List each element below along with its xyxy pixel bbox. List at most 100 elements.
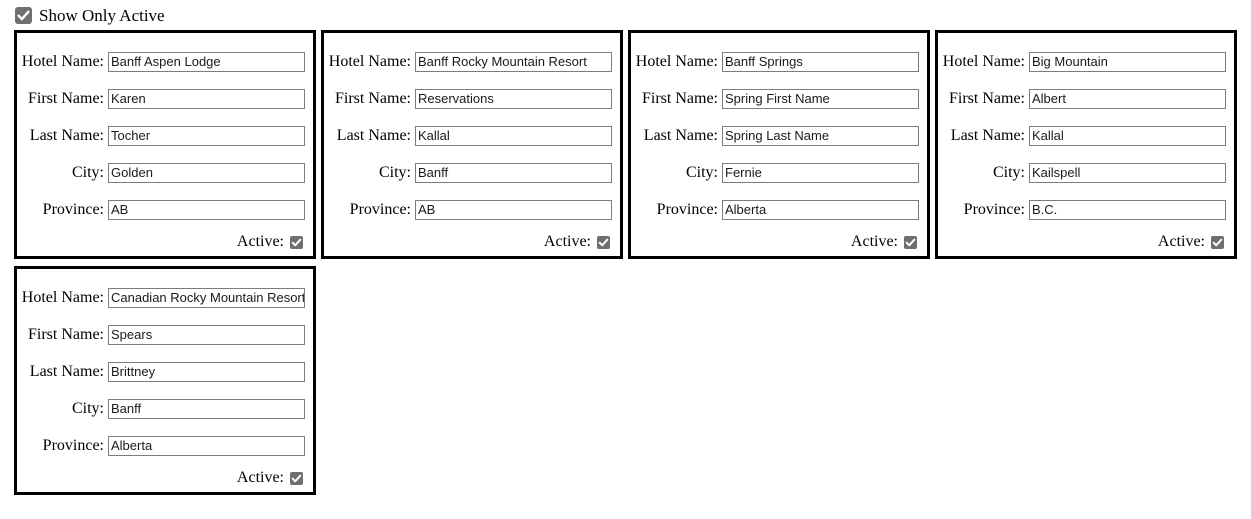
last-name-label: Last Name: — [950, 126, 1025, 144]
province-input[interactable]: AB — [415, 199, 612, 220]
field-row-province: Province: Alberta — [631, 191, 919, 228]
city-label: City: — [71, 399, 104, 417]
last-name-input[interactable]: Kallal — [415, 125, 612, 146]
active-row: Active: — [324, 230, 612, 254]
hotel-name-input[interactable]: Canadian Rocky Mountain Resort — [108, 287, 305, 308]
field-row-last-name: Last Name: Spring Last Name — [631, 117, 919, 154]
field-row-province: Province: AB — [17, 191, 305, 228]
field-row-province: Province: AB — [324, 191, 612, 228]
field-row-city: City: Banff — [17, 390, 305, 427]
field-row-hotel-name: Hotel Name: Banff Aspen Lodge — [17, 43, 305, 80]
hotel-name-input[interactable]: Big Mountain — [1029, 51, 1226, 72]
province-label: Province: — [42, 200, 104, 218]
hotel-card: Hotel Name: Big Mountain First Name: Albert… — [935, 30, 1237, 259]
active-row: Active: — [938, 230, 1226, 254]
hotel-card: Hotel Name: Banff Aspen Lodge First Name: K… — [14, 30, 316, 259]
field-row-last-name: Last Name: Kallal — [938, 117, 1226, 154]
last-name-label: Last Name: — [643, 126, 718, 144]
last-name-label: Last Name: — [29, 126, 104, 144]
show-only-active-row[interactable]: Show Only Active — [0, 0, 1251, 30]
active-checkbox[interactable] — [1211, 235, 1224, 249]
province-label: Province: — [42, 436, 104, 454]
first-name-label: First Name: — [642, 89, 718, 107]
field-row-first-name: First Name: Reservations — [324, 80, 612, 117]
province-input[interactable]: AB — [108, 199, 305, 220]
field-row-last-name: Last Name: Brittney — [17, 353, 305, 390]
checkmark-icon — [291, 238, 302, 246]
hotel-card: Hotel Name: Canadian Rocky Mountain Resor… — [14, 266, 316, 495]
hotel-name-label: Hotel Name: — [328, 52, 411, 70]
active-checkbox[interactable] — [290, 471, 303, 485]
field-row-hotel-name: Hotel Name: Canadian Rocky Mountain Resor… — [17, 279, 305, 316]
hotel-name-label: Hotel Name: — [21, 52, 104, 70]
active-row: Active: — [631, 230, 919, 254]
field-row-city: City: Fernie — [631, 154, 919, 191]
field-row-last-name: Last Name: Kallal — [324, 117, 612, 154]
hotel-name-input[interactable]: Banff Rocky Mountain Resort — [415, 51, 612, 72]
active-label: Active: — [1157, 233, 1205, 250]
last-name-input[interactable]: Tocher — [108, 125, 305, 146]
checkmark-icon — [1212, 238, 1223, 246]
first-name-label: First Name: — [949, 89, 1025, 107]
hotel-card: Hotel Name: Banff Rocky Mountain Resort Fi… — [321, 30, 623, 259]
checkmark-icon — [17, 10, 30, 20]
checkmark-icon — [291, 474, 302, 482]
active-label: Active: — [543, 233, 591, 250]
field-row-hotel-name: Hotel Name: Big Mountain — [938, 43, 1226, 80]
field-row-city: City: Golden — [17, 154, 305, 191]
first-name-input[interactable]: Albert — [1029, 88, 1226, 109]
last-name-input[interactable]: Spring Last Name — [722, 125, 919, 146]
province-label: Province: — [656, 200, 718, 218]
last-name-input[interactable]: Brittney — [108, 361, 305, 382]
first-name-input[interactable]: Spring First Name — [722, 88, 919, 109]
hotel-card: Hotel Name: Banff Springs First Name: Sprin… — [628, 30, 930, 259]
hotel-name-label: Hotel Name: — [21, 288, 104, 306]
last-name-input[interactable]: Kallal — [1029, 125, 1226, 146]
city-label: City: — [685, 163, 718, 181]
active-checkbox[interactable] — [904, 235, 917, 249]
active-label: Active: — [236, 469, 284, 486]
active-label: Active: — [850, 233, 898, 250]
hotel-name-input[interactable]: Banff Springs — [722, 51, 919, 72]
last-name-label: Last Name: — [336, 126, 411, 144]
province-input[interactable]: B.C. — [1029, 199, 1226, 220]
active-row: Active: — [17, 230, 305, 254]
province-label: Province: — [963, 200, 1025, 218]
field-row-province: Province: Alberta — [17, 427, 305, 464]
checkmark-icon — [598, 238, 609, 246]
field-row-first-name: First Name: Karen — [17, 80, 305, 117]
city-input[interactable]: Kailspell — [1029, 162, 1226, 183]
hotel-name-input[interactable]: Banff Aspen Lodge — [108, 51, 305, 72]
first-name-input[interactable]: Spears — [108, 324, 305, 345]
hotel-card-grid: Hotel Name: Banff Aspen Lodge First Name: K… — [0, 30, 1251, 502]
field-row-city: City: Kailspell — [938, 154, 1226, 191]
field-row-hotel-name: Hotel Name: Banff Springs — [631, 43, 919, 80]
field-row-hotel-name: Hotel Name: Banff Rocky Mountain Resort — [324, 43, 612, 80]
last-name-label: Last Name: — [29, 362, 104, 380]
active-checkbox[interactable] — [290, 235, 303, 249]
checkmark-icon — [905, 238, 916, 246]
province-input[interactable]: Alberta — [722, 199, 919, 220]
city-input[interactable]: Golden — [108, 162, 305, 183]
show-only-active-checkbox[interactable] — [15, 6, 32, 24]
province-label: Province: — [349, 200, 411, 218]
active-checkbox[interactable] — [597, 235, 610, 249]
field-row-first-name: First Name: Spears — [17, 316, 305, 353]
first-name-label: First Name: — [28, 325, 104, 343]
city-label: City: — [71, 163, 104, 181]
field-row-city: City: Banff — [324, 154, 612, 191]
active-row: Active: — [17, 466, 305, 490]
first-name-input[interactable]: Reservations — [415, 88, 612, 109]
hotel-name-label: Hotel Name: — [942, 52, 1025, 70]
province-input[interactable]: Alberta — [108, 435, 305, 456]
city-label: City: — [378, 163, 411, 181]
first-name-label: First Name: — [335, 89, 411, 107]
first-name-input[interactable]: Karen — [108, 88, 305, 109]
field-row-province: Province: B.C. — [938, 191, 1226, 228]
first-name-label: First Name: — [28, 89, 104, 107]
hotel-name-label: Hotel Name: — [635, 52, 718, 70]
city-input[interactable]: Banff — [415, 162, 612, 183]
city-input[interactable]: Banff — [108, 398, 305, 419]
field-row-first-name: First Name: Albert — [938, 80, 1226, 117]
city-input[interactable]: Fernie — [722, 162, 919, 183]
